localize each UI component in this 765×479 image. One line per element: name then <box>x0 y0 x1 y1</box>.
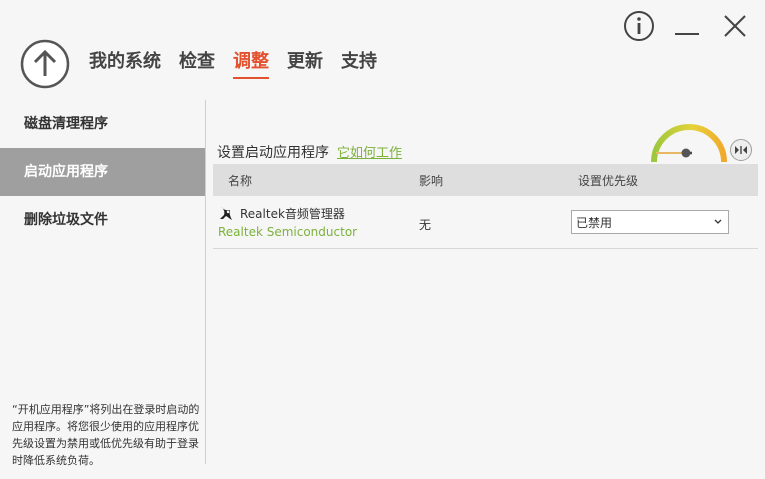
main-nav: 我的系统 检查 调整 更新 支持 <box>89 50 377 79</box>
minimize-icon <box>675 33 699 35</box>
app-impact: 无 <box>419 218 432 232</box>
tab-update[interactable]: 更新 <box>287 50 323 79</box>
app-vendor: Realtek Semiconductor <box>218 225 358 239</box>
tab-my-system[interactable]: 我的系统 <box>89 50 161 79</box>
back-button[interactable] <box>20 39 70 89</box>
table-header: 名称 影响 设置优先级 <box>213 164 758 196</box>
info-icon <box>624 11 654 41</box>
startup-apps-table: 名称 影响 设置优先级 Realtek音频管理器 Realtek Semicon… <box>213 164 758 249</box>
column-header-priority[interactable]: 设置优先级 <box>577 172 638 189</box>
column-header-impact[interactable]: 影响 <box>419 172 577 189</box>
app-name-cell: Realtek音频管理器 Realtek Semiconductor <box>213 196 419 248</box>
expand-icon <box>735 146 747 154</box>
system-load-gauge <box>648 114 730 168</box>
section-header: 设置启动应用程序 它如何工作 <box>217 142 402 162</box>
sidebar-item-startup-apps[interactable]: 启动应用程序 <box>0 148 205 196</box>
section-title: 设置启动应用程序 <box>217 145 329 161</box>
sidebar-item-disk-cleanup[interactable]: 磁盘清理程序 <box>0 100 205 148</box>
sidebar: 磁盘清理程序 启动应用程序 删除垃圾文件 “开机应用程序”将列出在登录时启动的应… <box>0 100 206 467</box>
tab-tune[interactable]: 调整 <box>233 50 269 79</box>
priority-select[interactable]: 已禁用 <box>571 210 729 234</box>
chevron-down-icon <box>714 219 722 224</box>
tab-check[interactable]: 检查 <box>179 50 215 79</box>
sidebar-description: “开机应用程序”将列出在登录时启动的应用程序。将您很少使用的应用程序优先级设置为… <box>12 403 200 467</box>
close-button[interactable] <box>719 10 751 42</box>
sidebar-item-delete-junk[interactable]: 删除垃圾文件 <box>0 196 205 244</box>
how-it-works-link[interactable]: 它如何工作 <box>337 142 402 161</box>
close-icon <box>724 15 746 37</box>
minimize-button[interactable] <box>671 10 703 42</box>
tab-support[interactable]: 支持 <box>341 50 377 79</box>
window-controls <box>623 10 751 42</box>
app-line: Realtek音频管理器 <box>218 205 419 221</box>
expand-button[interactable] <box>730 139 752 161</box>
table-row: Realtek音频管理器 Realtek Semiconductor 无 已禁用 <box>213 196 758 249</box>
app-priority-cell: 已禁用 <box>571 196 729 248</box>
realtek-icon <box>220 207 232 220</box>
app-name: Realtek音频管理器 <box>240 206 345 221</box>
gauge-icon <box>651 124 727 163</box>
priority-select-value: 已禁用 <box>576 215 613 230</box>
column-header-name[interactable]: 名称 <box>213 172 419 189</box>
info-button[interactable] <box>623 10 655 42</box>
back-arrow-icon <box>20 39 70 89</box>
